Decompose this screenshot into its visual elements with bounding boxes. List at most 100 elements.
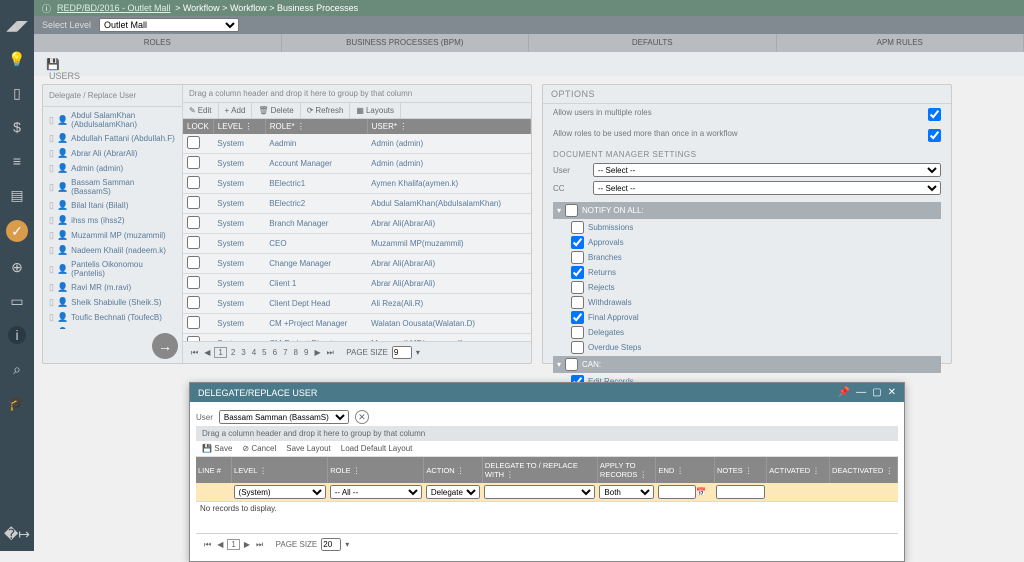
filter-notes[interactable] bbox=[716, 485, 764, 499]
row-checkbox[interactable] bbox=[187, 136, 200, 149]
page-size-input[interactable] bbox=[392, 346, 412, 359]
table-row[interactable]: SystemChange ManagerAbrar Ali(AbrarAli) bbox=[183, 254, 531, 274]
table-row[interactable]: SystemCEOMuzammil MP(muzammil) bbox=[183, 234, 531, 254]
tab-bpm[interactable]: BUSINESS PROCESSES (BPM) bbox=[282, 34, 530, 52]
user-item[interactable]: ▯👤Bassam Samman (BassamS) bbox=[45, 176, 180, 198]
briefcase-icon[interactable]: ▭ bbox=[8, 292, 26, 310]
tree-item[interactable]: Rejects bbox=[553, 280, 941, 295]
dollar-icon[interactable]: $ bbox=[8, 118, 26, 136]
opt-reuse-roles[interactable] bbox=[928, 129, 941, 142]
clear-user-icon[interactable]: ✕ bbox=[355, 410, 369, 424]
tree-item[interactable]: Submissions bbox=[553, 220, 941, 235]
mpager-last-icon[interactable]: ⏭ bbox=[254, 540, 265, 550]
tree-can[interactable]: ▾ CAN: bbox=[553, 356, 941, 373]
tree-notify[interactable]: ▾ NOTIFY ON ALL: bbox=[553, 202, 941, 219]
table-row[interactable]: SystemCM-Project DirectorMuzammil MP(muz… bbox=[183, 334, 531, 342]
col-user[interactable]: USER* ⋮ bbox=[367, 119, 530, 134]
filter-delegateto[interactable] bbox=[484, 485, 595, 499]
mpager-next-icon[interactable]: ▶ bbox=[242, 540, 252, 549]
row-checkbox[interactable] bbox=[187, 156, 200, 169]
pin-icon[interactable]: 📌 bbox=[838, 387, 850, 398]
filter-level[interactable]: (System) bbox=[234, 485, 326, 499]
row-checkbox[interactable] bbox=[187, 296, 200, 309]
modal-page-size-input[interactable] bbox=[321, 538, 341, 551]
row-checkbox[interactable] bbox=[187, 256, 200, 269]
col-level[interactable]: LEVEL ⋮ bbox=[213, 119, 265, 134]
user-item[interactable]: ▯👤Sheik Shabiulle (Sheik.S) bbox=[45, 295, 180, 310]
grad-icon[interactable]: 🎓 bbox=[8, 394, 26, 412]
pager-prev-icon[interactable]: ◀ bbox=[202, 348, 212, 357]
table-row[interactable]: SystemCM +Project ManagerWalatan Oousata… bbox=[183, 314, 531, 334]
table-row[interactable]: SystemClient 1Abrar Ali(AbrarAli) bbox=[183, 274, 531, 294]
tree-item[interactable]: Withdrawals bbox=[553, 295, 941, 310]
table-row[interactable]: SystemClient Dept HeadAli Reza(Ali.R) bbox=[183, 294, 531, 314]
list-icon[interactable]: ≡ bbox=[8, 152, 26, 170]
tab-defaults[interactable]: DEFAULTS bbox=[529, 34, 777, 52]
row-checkbox[interactable] bbox=[187, 196, 200, 209]
filter-apply[interactable]: Both bbox=[599, 485, 654, 499]
user-item[interactable]: ▯👤Nadeem Khalil (nadeem.k) bbox=[45, 243, 180, 258]
modal-save-button[interactable]: 💾 Save bbox=[202, 444, 232, 453]
tree-item[interactable]: Final Approval bbox=[553, 310, 941, 325]
modal-titlebar[interactable]: DELEGATE/REPLACE USER 📌 — ▢ ✕ bbox=[190, 383, 904, 402]
table-row[interactable]: SystemAccount ManagerAdmin (admin) bbox=[183, 154, 531, 174]
calendar-icon[interactable]: 📅 bbox=[696, 488, 706, 497]
user-item[interactable]: ▯👤Bilal Itani (BilalI) bbox=[45, 198, 180, 213]
maximize-icon[interactable]: ▢ bbox=[872, 387, 881, 398]
user-item[interactable]: ▯👤Abdullah Fattani (Abdullah.F) bbox=[45, 131, 180, 146]
table-row[interactable]: SystemBranch ManagerAbrar Ali(AbrarAli) bbox=[183, 214, 531, 234]
row-checkbox[interactable] bbox=[187, 316, 200, 329]
tab-roles[interactable]: ROLES bbox=[34, 34, 282, 52]
user-item[interactable]: ▯👤Toufic Bechnati (ToufecB) bbox=[45, 310, 180, 325]
filter-action[interactable]: Delegate bbox=[426, 485, 481, 499]
modal-savelayout-button[interactable]: Save Layout bbox=[286, 444, 330, 453]
globe-icon[interactable]: ⊕ bbox=[8, 258, 26, 276]
mpager-prev-icon[interactable]: ◀ bbox=[215, 540, 225, 549]
check-icon[interactable]: ✓ bbox=[6, 220, 28, 242]
breadcrumb-project[interactable]: REDP/BD/2016 - Outlet Mall bbox=[57, 3, 171, 13]
pager-first-icon[interactable]: ⏮ bbox=[189, 348, 200, 358]
row-checkbox[interactable] bbox=[187, 176, 200, 189]
tab-apm[interactable]: APM RULES bbox=[777, 34, 1024, 52]
tree-item[interactable]: Approvals bbox=[553, 235, 941, 250]
col-role[interactable]: ROLE* ⋮ bbox=[265, 119, 367, 134]
tree-item[interactable]: Overdue Steps bbox=[553, 340, 941, 355]
refresh-button[interactable]: ⟳ Refresh bbox=[301, 103, 351, 118]
pager-last-icon[interactable]: ⏭ bbox=[325, 348, 336, 358]
roles-grid[interactable]: LOCK LEVEL ⋮ ROLE* ⋮ USER* ⋮ SystemAadmi… bbox=[183, 119, 531, 341]
user-item[interactable]: ▯👤Admin (admin) bbox=[45, 161, 180, 176]
layouts-button[interactable]: ▦ Layouts bbox=[350, 103, 401, 118]
dm-cc-select[interactable]: -- Select -- bbox=[593, 181, 941, 195]
row-checkbox[interactable] bbox=[187, 236, 200, 249]
close-icon[interactable]: ✕ bbox=[888, 387, 896, 398]
col-lock[interactable]: LOCK bbox=[183, 119, 213, 134]
clipboard-icon[interactable]: ▯ bbox=[8, 84, 26, 102]
user-item[interactable]: ▯👤Abrar Ali (AbrarAli) bbox=[45, 146, 180, 161]
row-checkbox[interactable] bbox=[187, 276, 200, 289]
filter-end[interactable] bbox=[658, 485, 696, 499]
table-row[interactable]: SystemBElectric1Aymen Khalifa(aymen.k) bbox=[183, 174, 531, 194]
modal-cancel-button[interactable]: ⊘ Cancel bbox=[242, 444, 276, 453]
user-item[interactable]: ▯👤Muzammil MP (muzammil) bbox=[45, 228, 180, 243]
row-checkbox[interactable] bbox=[187, 216, 200, 229]
level-select[interactable]: Outlet Mall bbox=[99, 18, 239, 32]
user-item[interactable]: ▯👤Abdul SalamKhan (AbdulsalamKhan) bbox=[45, 109, 180, 131]
edit-button[interactable]: ✎ Edit bbox=[183, 103, 219, 118]
opt-multiple-roles[interactable] bbox=[928, 108, 941, 121]
delete-button[interactable]: 🗑 Delete bbox=[252, 103, 300, 118]
search-icon[interactable]: ⌕ bbox=[8, 360, 26, 378]
hint-icon[interactable]: 💡 bbox=[8, 50, 26, 68]
dm-user-select[interactable]: -- Select -- bbox=[593, 163, 941, 177]
modal-user-select[interactable]: Bassam Samman (BassamS) bbox=[219, 410, 349, 424]
filter-role[interactable]: -- All -- bbox=[330, 485, 422, 499]
mpager-first-icon[interactable]: ⏮ bbox=[202, 540, 213, 550]
info-icon[interactable]: i bbox=[8, 326, 26, 344]
tree-item[interactable]: Returns bbox=[553, 265, 941, 280]
table-row[interactable]: SystemAadminAdmin (admin) bbox=[183, 134, 531, 154]
table-row[interactable]: SystemBElectric2Abdul SalamKhan(Abdulsal… bbox=[183, 194, 531, 214]
modal-loadlayout-button[interactable]: Load Default Layout bbox=[341, 444, 413, 453]
pager-next-icon[interactable]: ▶ bbox=[312, 348, 322, 357]
user-item[interactable]: ▯👤Ravi MR (m.ravi) bbox=[45, 280, 180, 295]
tree-item[interactable]: Delegates bbox=[553, 325, 941, 340]
minimize-icon[interactable]: — bbox=[856, 387, 866, 398]
